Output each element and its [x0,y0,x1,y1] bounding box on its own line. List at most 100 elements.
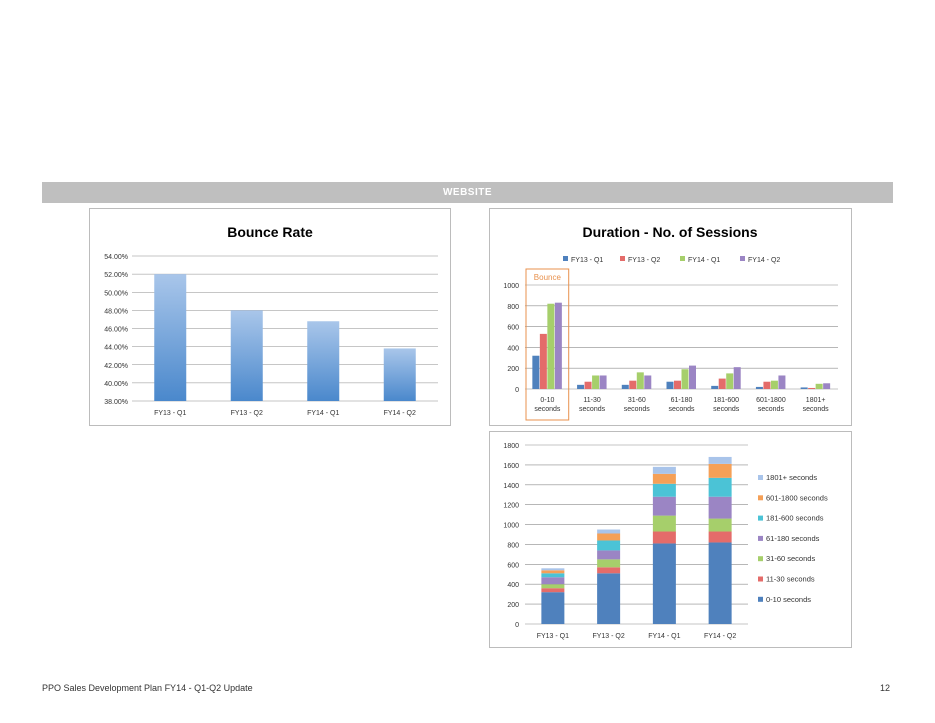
y-tick-label: 48.00% [104,308,128,315]
legend-swatch [563,256,568,261]
bar [621,384,629,389]
x-tick-label: seconds [579,406,606,413]
legend-swatch [620,256,625,261]
bounce-rate-chart-panel: Bounce Rate 38.00% 40.00% 42.00% 44.00% 46.00… [89,208,451,426]
x-tick-label: FY14 - Q2 [384,410,416,417]
section-header-bar: WEBSITE [42,182,893,203]
y-tick-label: 46.00% [104,327,128,334]
y-tick-label: 800 [507,542,519,549]
bar-segment [652,531,676,544]
y-tick-label: 1600 [503,463,519,470]
legend-label: 1801+ seconds [766,473,817,482]
bar [681,369,689,389]
bar [674,380,681,389]
bar-segment [597,550,621,560]
bar [539,333,547,389]
bar-segment [708,456,732,464]
bar [532,355,540,389]
x-tick-label: 0-10 [540,397,554,404]
bar [230,310,263,401]
legend-swatch [758,596,763,602]
bar [666,381,674,389]
x-tick-label: seconds [758,406,785,413]
legend-label: FY13 - Q2 [628,257,660,264]
y-tick-label: 200 [507,366,519,373]
legend-label: FY14 - Q1 [688,257,720,264]
bar-segment [597,559,621,568]
bar-segment [597,573,621,624]
legend-swatch [680,256,685,261]
bar [800,387,808,389]
x-tick-label: seconds [624,406,651,413]
y-tick-label: 0 [515,387,519,394]
legend-swatch [758,576,763,582]
bar [689,365,696,389]
bar-segment [541,592,565,624]
bar [711,385,719,389]
bar-segment [597,529,621,534]
legend-label: 31-60 seconds [766,554,815,563]
x-tick-label: seconds [668,406,695,413]
duration-sessions-chart: Duration - No. of Sessions FY13 - Q1 FY13 … [503,224,838,421]
chart-title: Bounce Rate [227,224,313,240]
bar [554,302,562,389]
bar-segment [652,473,676,484]
y-tick-label: 52.00% [104,272,128,279]
bar [592,375,600,389]
bar [770,380,778,389]
bar [808,387,816,389]
y-tick-label: 0 [515,622,519,629]
y-tick-label: 1000 [503,523,519,530]
bar [636,372,644,389]
y-tick-label: 54.00% [104,254,128,261]
y-tick-label: 50.00% [104,290,128,297]
bar [599,375,607,389]
x-tick-label: FY14 - Q1 [648,633,680,640]
legend-label: 61-180 seconds [766,534,820,543]
bar [815,383,823,389]
bar-segment [652,543,676,624]
legend-label: FY14 - Q2 [748,257,780,264]
bar [644,375,652,389]
legend-swatch [758,535,763,541]
bar-segment [708,496,732,519]
x-tick-label: 601-1800 [756,397,786,404]
legend-label: 181-600 seconds [766,514,824,523]
y-tick-label: 400 [507,345,519,352]
y-tick-label: 42.00% [104,363,128,370]
bar-segment [652,515,676,532]
bar-segment [708,463,732,478]
y-tick-label: 1800 [503,443,519,450]
legend-swatch [758,475,763,480]
bar [733,367,741,389]
bar [823,383,831,389]
footer-text: PPO Sales Development Plan FY14 - Q1-Q2 … [42,683,253,693]
x-tick-label: FY13 - Q2 [592,633,624,640]
x-tick-label: 1801+ [806,397,826,404]
section-title: WEBSITE [442,187,493,198]
bar [778,375,786,389]
bar-segment [597,540,621,551]
y-tick-label: 200 [507,602,519,609]
legend-swatch [758,515,763,521]
duration-sessions-chart-panel: Duration - No. of Sessions FY13 - Q1 FY13 … [489,208,852,426]
legend-label: FY13 - Q1 [571,257,603,264]
bar [154,274,187,401]
bar-segment [708,518,732,532]
bar-segment [708,542,732,624]
stacked-duration-chart-panel: 0 200 400 600 800 1000 1200 1400 1600 1800 FY13 - … [489,431,852,648]
bar-segment [541,577,565,585]
bar-segment [652,466,676,474]
bar [547,303,555,389]
y-tick-label: 600 [507,562,519,569]
bar [584,381,592,389]
legend-label: 0-10 seconds [766,595,811,604]
x-tick-label: 181-600 [713,397,739,404]
y-tick-label: 44.00% [104,345,128,352]
x-tick-label: 11-30 [583,397,600,404]
x-tick-label: FY13 - Q2 [231,410,263,417]
bar-segment [597,533,621,541]
y-tick-label: 38.00% [104,399,128,406]
y-tick-label: 400 [507,582,519,589]
x-tick-label: FY14 - Q2 [704,633,736,640]
